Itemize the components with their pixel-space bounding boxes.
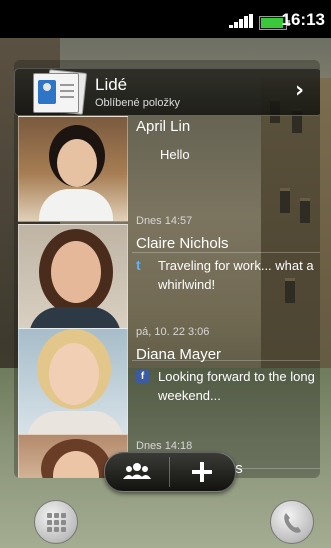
people-group-icon — [123, 463, 151, 479]
contact-status: f Looking forward to the long weekend... — [136, 367, 316, 405]
contact-status: Hello — [160, 147, 190, 162]
avatar — [18, 328, 128, 436]
people-widget[interactable]: Lidé Oblíbené položky › April Lin Hello — [14, 60, 320, 478]
contact-info: Dnes 14:57 Claire Nichols t Traveling fo… — [136, 215, 316, 294]
contact-row[interactable]: April Lin Hello — [14, 116, 320, 222]
contact-name: Claire Nichols — [136, 235, 229, 252]
contact-timestamp: Dnes 14:18 — [136, 440, 193, 452]
phone-button[interactable] — [270, 500, 314, 544]
contact-row[interactable]: Dnes 14:57 Claire Nichols t Traveling fo… — [14, 215, 320, 330]
status-clock: 16:13 — [281, 10, 325, 29]
status-bar: 16:13 — [0, 0, 331, 38]
contact-name: April Lin — [136, 118, 191, 135]
contact-row[interactable]: pá, 10. 22 3:06 Diana Mayer f Looking fo… — [14, 326, 320, 436]
widget-subtitle: Oblíbené položky — [95, 97, 180, 109]
groups-button[interactable] — [105, 453, 169, 491]
all-apps-grid-icon — [47, 513, 66, 532]
twitter-icon: t — [136, 257, 141, 273]
avatar — [18, 224, 128, 330]
add-contact-button[interactable] — [170, 453, 234, 491]
avatar — [18, 116, 128, 222]
widget-title: Lidé — [95, 75, 128, 94]
contact-info: April Lin Hello — [136, 116, 316, 164]
chevron-right-icon[interactable]: › — [295, 80, 309, 102]
widget-toolbar — [104, 452, 236, 492]
favorites-list[interactable]: April Lin Hello Dnes 14:57 Claire Nichol… — [14, 116, 320, 478]
contact-status: t Traveling for work... what a whirlwind… — [136, 257, 314, 292]
all-apps-button[interactable] — [34, 500, 78, 544]
contact-timestamp: Dnes 14:57 — [136, 215, 193, 227]
contact-timestamp: pá, 10. 22 3:06 — [136, 326, 210, 338]
facebook-icon: f — [136, 370, 149, 383]
plus-icon — [192, 462, 212, 482]
widget-header[interactable]: Lidé Oblíbené položky › — [14, 68, 320, 116]
contact-name: Diana Mayer — [136, 346, 222, 363]
contacts-card-icon — [29, 69, 88, 115]
contact-info: pá, 10. 22 3:06 Diana Mayer f Looking fo… — [136, 326, 316, 405]
phone-icon — [284, 513, 301, 533]
signal-strength-icon — [229, 14, 253, 28]
